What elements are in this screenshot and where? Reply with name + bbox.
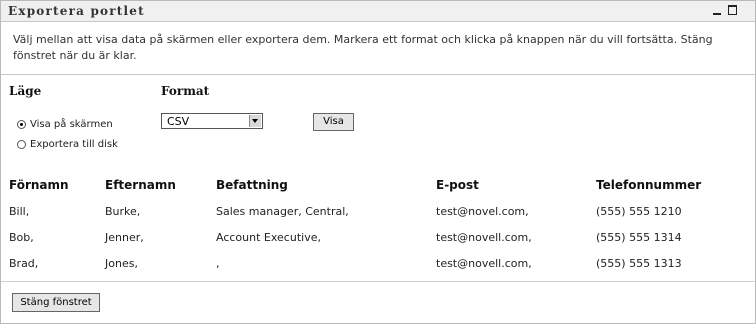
cell-title: Sales manager, Central, [216, 205, 349, 218]
portlet-title: Exportera portlet [8, 4, 145, 18]
intro-text: Välj mellan att visa data på skärmen ell… [13, 33, 713, 62]
cell-first-name: Brad, [9, 257, 39, 270]
portlet-titlebar: Exportera portlet [1, 1, 755, 22]
format-select-value: CSV [167, 115, 190, 128]
radio-label: Exportera till disk [30, 138, 118, 150]
radio-unselected-icon[interactable] [17, 139, 26, 149]
column-header-email: E-post [436, 178, 479, 192]
cell-first-name: Bob, [9, 231, 34, 244]
cell-last-name: Burke, [105, 205, 141, 218]
column-header-phone: Telefonnummer [596, 178, 702, 192]
radio-label: Visa på skärmen [30, 118, 113, 130]
export-portlet: Exportera portlet Välj mellan att visa d… [0, 0, 756, 324]
column-header-last-name: Efternamn [105, 178, 176, 192]
minimize-icon[interactable] [711, 4, 723, 16]
column-header-title: Befattning [216, 178, 288, 192]
format-select[interactable]: CSV [161, 113, 263, 129]
divider [1, 281, 755, 282]
radio-show-on-screen[interactable]: Visa på skärmen [17, 117, 113, 131]
radio-export-to-disk[interactable]: Exportera till disk [17, 137, 118, 151]
close-window-button[interactable]: Stäng fönstret [12, 293, 100, 312]
cell-email: test@novell.com, [436, 257, 532, 270]
cell-email: test@novell.com, [436, 231, 532, 244]
cell-phone: (555) 555 1314 [596, 231, 682, 244]
cell-phone: (555) 555 1313 [596, 257, 682, 270]
format-label: Format [161, 84, 210, 98]
mode-label: Läge [9, 84, 42, 98]
show-button[interactable]: Visa [313, 113, 354, 131]
cell-first-name: Bill, [9, 205, 30, 218]
maximize-icon[interactable] [727, 4, 739, 16]
cell-phone: (555) 555 1210 [596, 205, 682, 218]
cell-title: , [216, 257, 220, 270]
radio-selected-icon[interactable] [17, 119, 26, 129]
cell-last-name: Jones, [105, 257, 138, 270]
cell-email: test@novel.com, [436, 205, 529, 218]
divider [1, 74, 755, 75]
chevron-down-icon[interactable] [249, 115, 261, 127]
column-header-first-name: Förnamn [9, 178, 69, 192]
cell-last-name: Jenner, [105, 231, 144, 244]
cell-title: Account Executive, [216, 231, 321, 244]
